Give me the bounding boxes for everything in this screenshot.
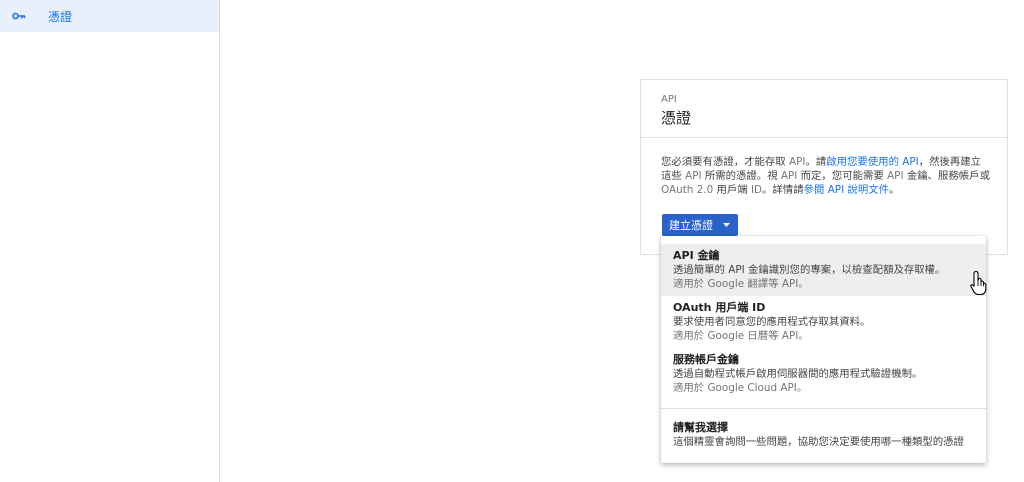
menu-item-description: 這個精靈會詢問一些問題，協助您決定要使用哪一種類型的憑證: [673, 436, 964, 448]
desc-text: 。詳情請: [762, 184, 804, 196]
desc-text: 。: [889, 184, 900, 196]
menu-item-title: 服務帳戶金鑰: [673, 353, 739, 366]
menu-item-help-me-choose[interactable]: 請幫我選擇 這個精靈會詢問一些問題，協助您決定要使用哪一種類型的憑證: [661, 416, 986, 456]
menu-item-note: 適用於 Google 翻譯等 API。: [673, 278, 809, 290]
desc-text: API: [887, 170, 904, 182]
menu-item-description: 要求使用者同意您的應用程式存取其資料。: [673, 316, 871, 328]
sidebar-item-credentials[interactable]: 憑證: [0, 0, 219, 32]
menu-divider: [661, 408, 986, 409]
menu-item-note: 適用於 Google 日曆等 API。: [673, 330, 809, 342]
menu-item-title: OAuth 用戶端 ID: [673, 301, 766, 314]
desc-text: 所需的憑證。視: [701, 170, 781, 182]
menu-item-description: 透過簡單的 API 金鑰識別您的專案，以檢查配額及存取權。: [673, 264, 946, 276]
desc-text: 金鑰、服務帳戶或: [903, 170, 990, 182]
menu-item-oauth-client-id[interactable]: OAuth 用戶端 ID 要求使用者同意您的應用程式存取其資料。 適用於 Goo…: [661, 296, 986, 348]
hand-pointer-icon: [970, 270, 987, 296]
caret-down-icon: [723, 223, 730, 227]
menu-item-note: 適用於 Google Cloud API。: [673, 382, 808, 394]
desc-text: 而定，您可能需要: [797, 170, 888, 182]
card-description: 您必須要有憑證，才能存取 API。請啟用您要使用的 API，然後再建立這些 AP…: [661, 155, 991, 197]
menu-item-title: 請幫我選擇: [673, 421, 728, 434]
sidebar-item-label: 憑證: [48, 9, 73, 24]
card-header: API 憑證: [641, 80, 1007, 138]
create-credentials-label: 建立憑證: [669, 219, 713, 232]
credentials-card: API 憑證 您必須要有憑證，才能存取 API。請啟用您要使用的 API，然後再…: [640, 79, 1008, 255]
menu-item-api-key[interactable]: API 金鑰 透過簡單的 API 金鑰識別您的專案，以檢查配額及存取權。 適用於…: [661, 244, 986, 296]
desc-text: API: [789, 156, 806, 168]
card-title: 憑證: [661, 109, 692, 127]
desc-text: API: [685, 170, 702, 182]
card-eyebrow: API: [661, 94, 677, 105]
menu-item-description: 透過自動程式帳戶啟用伺服器間的應用程式驗證機制。: [673, 368, 923, 380]
desc-text: ID: [750, 184, 763, 196]
enable-api-link[interactable]: 啟用您要使用的 API: [826, 156, 918, 168]
desc-text: 。請: [805, 156, 827, 168]
create-credentials-menu: API 金鑰 透過簡單的 API 金鑰識別您的專案，以檢查配額及存取權。 適用於…: [661, 236, 986, 463]
desc-text: 您必須要有憑證，才能存取: [661, 156, 789, 168]
api-docs-link[interactable]: 參閱 API 說明文件: [804, 184, 889, 196]
sidebar: 憑證: [0, 0, 220, 482]
desc-text: API: [780, 170, 798, 182]
menu-item-title: API 金鑰: [673, 249, 720, 262]
desc-text: 用戶端: [713, 184, 751, 196]
desc-text: OAuth 2.0: [661, 184, 714, 196]
key-icon: [12, 12, 26, 20]
create-credentials-button[interactable]: 建立憑證: [662, 214, 738, 236]
menu-item-service-account-key[interactable]: 服務帳戶金鑰 透過自動程式帳戶啟用伺服器間的應用程式驗證機制。 適用於 Goog…: [661, 348, 986, 404]
